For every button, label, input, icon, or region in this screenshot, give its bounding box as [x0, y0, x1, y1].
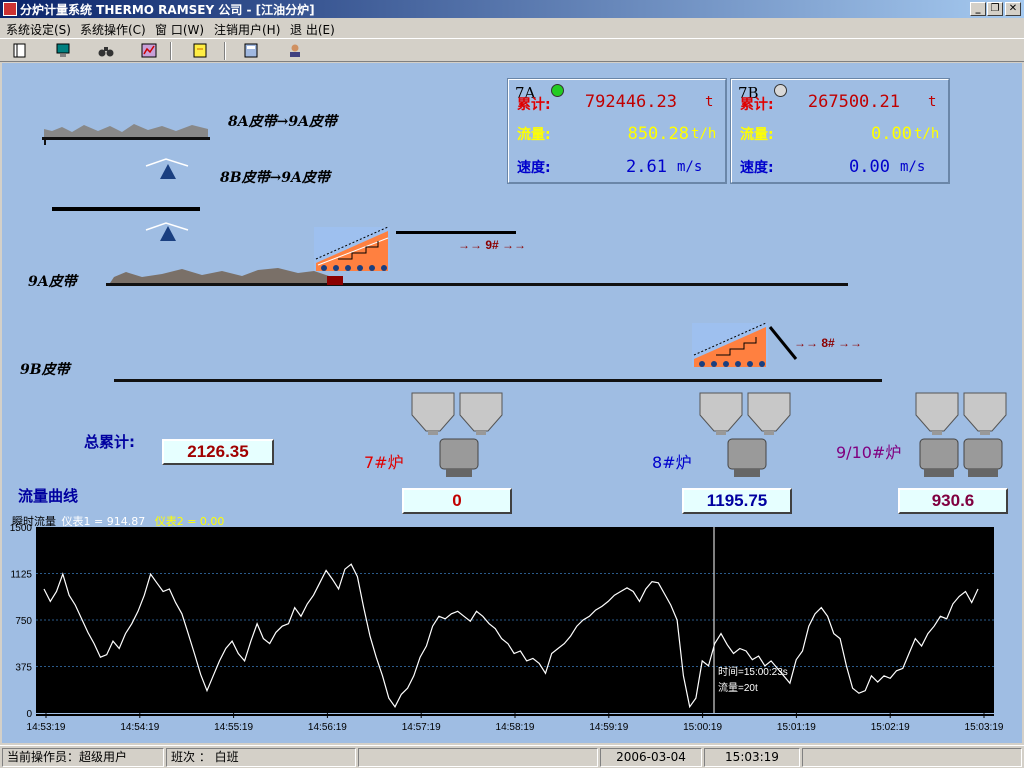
x-tick-label: 14:56:19 [308, 722, 347, 733]
total-value: 267500.21 [807, 92, 900, 112]
belt-9a-label: 9A皮带 [28, 274, 77, 290]
user-icon[interactable] [287, 43, 303, 58]
furnace-9-10-icon [915, 392, 1007, 477]
flow-label: 流量: [740, 127, 774, 143]
status-bar: 当前操作员：超级用户 班次 ： 白班 2006-03-04 15:03:19 [0, 745, 1024, 768]
close-button[interactable]: ✕ [1005, 2, 1021, 16]
flow-unit: t/h [914, 126, 940, 142]
menu-system-operation[interactable]: 系统操作(C) [80, 21, 146, 38]
plot-background [36, 527, 994, 713]
book-icon[interactable] [12, 43, 28, 58]
grand-total-label: 总累计: [84, 433, 135, 451]
belt-8b [52, 207, 200, 211]
belt-8a [42, 124, 210, 145]
status-led-icon [774, 84, 787, 97]
binoculars-icon[interactable] [98, 43, 114, 58]
menu-system-settings[interactable]: 系统设定(S) [6, 21, 71, 38]
y-tick-label: 1125 [10, 570, 32, 581]
belt-9b [114, 379, 882, 382]
y-tick-label: 1500 [10, 523, 33, 534]
flow-chart[interactable]: 0 375 750 1125 1500 14:53:19 14:54:19 14:55:19 1… [2, 523, 1022, 743]
x-tick-label: 14:55:19 [214, 722, 253, 733]
x-tick-label: 15:02:19 [871, 722, 910, 733]
flow-label: 流量: [517, 127, 551, 143]
scale-marker-icon [145, 158, 189, 179]
x-tick-label: 15:01:19 [777, 722, 816, 733]
speed-label: 速度: [740, 160, 774, 176]
grand-total-value: 2126.35 [162, 439, 274, 465]
status-empty [358, 748, 598, 767]
status-shift: 班次 ： 白班 [166, 748, 356, 767]
monitor-icon[interactable] [55, 43, 71, 58]
total-label: 累计: [517, 97, 551, 113]
speed-unit: m/s [677, 159, 703, 175]
cursor-flow-label: 流量=20t [718, 681, 758, 694]
speed-value: 2.61 [626, 157, 667, 177]
belt-9b-label: 9B皮带 [20, 362, 70, 378]
furnace-9-10-value: 930.6 [898, 488, 1008, 514]
menu-bar: 系统设定(S) 系统操作(C) 窗 口(W) 注销用户(H) 退 出(E) [0, 18, 1024, 38]
x-tick-label: 14:59:19 [589, 722, 628, 733]
main-view: →→ 9# →→ →→ 8# →→ 8A皮带→9A皮带 8B皮带→9A皮带 9A… [2, 63, 1022, 743]
note-icon[interactable] [192, 43, 208, 58]
furnace-7-icon [411, 392, 503, 477]
total-label: 累计: [740, 97, 774, 113]
toolbar-separator [224, 42, 226, 60]
chart-icon[interactable] [141, 43, 157, 58]
restore-button[interactable]: ❐ [987, 2, 1003, 16]
app-icon [3, 2, 17, 16]
speed-label: 速度: [517, 160, 551, 176]
x-tick-label: 15:00:19 [683, 722, 722, 733]
furnace-7-label: 7#炉 [364, 453, 404, 472]
calculator-icon[interactable] [243, 43, 259, 58]
x-tick-label: 14:57:19 [402, 722, 441, 733]
total-unit: t [705, 94, 714, 110]
scale-panel-7b: 7B 累计: 267500.21 t 流量: 0.00 t/h 速度: 0.00… [730, 78, 950, 184]
feeder-8-icon [692, 322, 798, 367]
speed-value: 0.00 [849, 157, 890, 177]
status-date: 2006-03-04 [600, 748, 702, 767]
toolbar [0, 38, 1024, 62]
x-tick-label: 15:03:19 [965, 722, 1004, 733]
furnace-8-label: 8#炉 [652, 453, 692, 472]
scale-marker-icon [145, 222, 189, 241]
y-tick-label: 750 [15, 616, 32, 627]
x-tick-label: 14:58:19 [496, 722, 535, 733]
menu-exit[interactable]: 退 出(E) [290, 21, 335, 38]
total-unit: t [928, 94, 937, 110]
x-tick-label: 14:54:19 [120, 722, 159, 733]
arrow-9-label: →→ 9# →→ [458, 238, 526, 252]
cursor-time-label: 时间=15:00:23s [718, 665, 788, 678]
furnace-9-10-label: 9/10#炉 [836, 443, 902, 462]
menu-window[interactable]: 窗 口(W) [155, 21, 204, 38]
status-time: 15:03:19 [704, 748, 800, 767]
y-tick-label: 375 [15, 663, 32, 674]
y-tick-label: 0 [26, 709, 32, 720]
menu-logout[interactable]: 注销用户(H) [214, 21, 280, 38]
status-operator: 当前操作员：超级用户 [2, 748, 164, 767]
belt-8a-label: 8A皮带→9A皮带 [228, 114, 337, 130]
arrow-8-label: →→ 8# →→ [794, 336, 862, 350]
total-value: 792446.23 [584, 92, 677, 112]
window-title: 分炉计量系统 THERMO RAMSEY 公司 - [江油分炉] [20, 3, 315, 17]
furnace-7-value: 0 [402, 488, 512, 514]
furnace-8-value: 1195.75 [682, 488, 792, 514]
title-bar: 分炉计量系统 THERMO RAMSEY 公司 - [江油分炉] _ ❐ ✕ [0, 0, 1024, 18]
scale-panel-7a: 7A 累计: 792446.23 t 流量: 850.28 t/h 速度: 2.… [507, 78, 727, 184]
belt-8b-label: 8B皮带→9A皮带 [220, 170, 330, 186]
x-tick-label: 14:53:19 [27, 722, 66, 733]
flow-value: 850.28 [627, 124, 689, 144]
furnace-8-icon [699, 392, 791, 477]
status-extra [802, 748, 1022, 767]
speed-unit: m/s [900, 159, 926, 175]
chart-section-title: 流量曲线 [18, 487, 79, 505]
belt-9a [106, 268, 848, 286]
flow-unit: t/h [691, 126, 717, 142]
minimize-button[interactable]: _ [970, 2, 986, 16]
flow-value: 0.00 [871, 124, 912, 144]
toolbar-separator [170, 42, 172, 60]
status-led-icon [551, 84, 564, 97]
